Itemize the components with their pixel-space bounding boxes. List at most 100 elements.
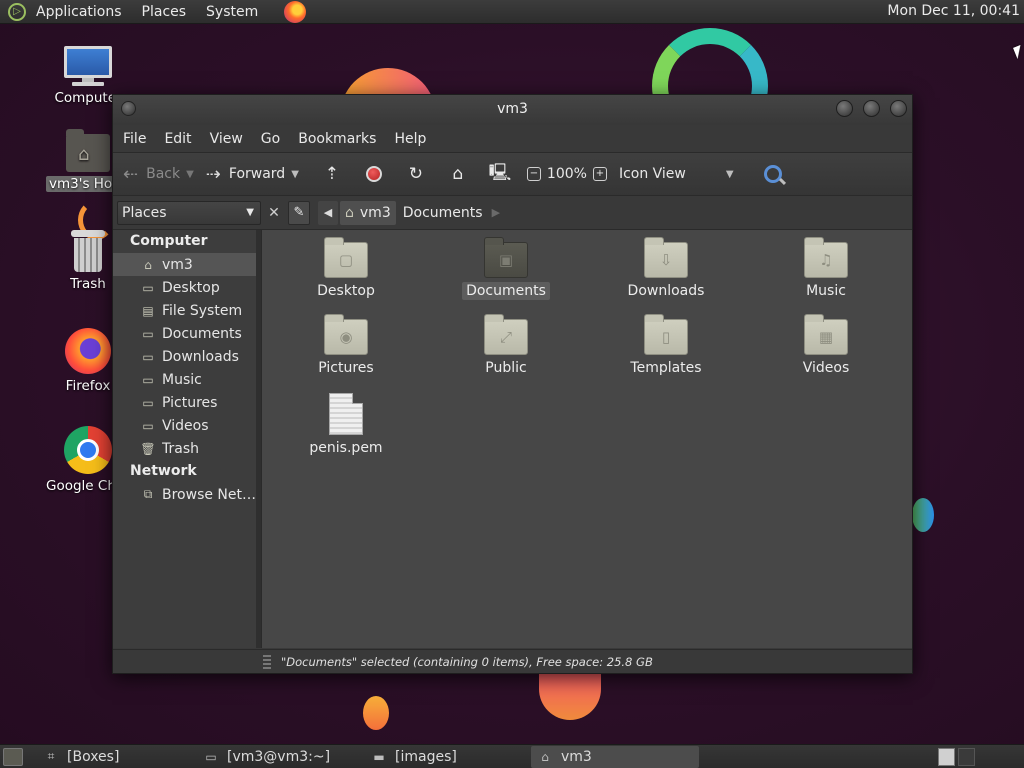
file-item-pictures[interactable]: ◉ Pictures (266, 314, 426, 377)
places-menu[interactable]: Places (140, 4, 189, 20)
breadcrumb: ✎ ◀ ⌂ vm3 Documents ▶ (288, 200, 500, 225)
menu-view[interactable]: View (201, 131, 252, 147)
home-folder-icon: ⌂ (541, 749, 549, 764)
sidebar-item-vm3[interactable]: ⌂ vm3 (113, 253, 256, 276)
sidebar-item-filesystem[interactable]: ▤ File System (113, 299, 256, 322)
file-item-label: Templates (630, 360, 702, 376)
file-item-documents[interactable]: ▣ Documents (426, 237, 586, 300)
sidebar-item-label: Browse Net… (162, 486, 256, 503)
pane-resize-handle[interactable] (263, 655, 271, 669)
videos-folder-icon: ▭ (142, 418, 154, 433)
file-manager-window: vm3 File Edit View Go Bookmarks Help ⇠ B… (112, 94, 913, 674)
videos-folder-icon: ▦ (804, 314, 848, 355)
taskbar-item-label: [vm3@vm3:~] (227, 748, 331, 765)
home-icon[interactable]: ⌂ (447, 163, 469, 185)
applications-menu[interactable]: Applications (34, 4, 124, 20)
firefox-icon[interactable] (284, 0, 307, 23)
taskbar-item-label: [images] (395, 748, 457, 765)
show-desktop-button[interactable] (3, 747, 23, 766)
view-mode-dropdown-icon[interactable]: ▼ (726, 169, 734, 180)
forward-history-dropdown[interactable]: ▼ (291, 169, 299, 180)
pictures-folder-icon: ▭ (142, 395, 154, 410)
window-menu-icon[interactable] (121, 101, 136, 116)
documents-folder-icon: ▣ (484, 237, 528, 278)
file-item-desktop[interactable]: ▢ Desktop (266, 237, 426, 300)
file-item-music[interactable]: ♫ Music (746, 237, 906, 300)
file-icon-view[interactable]: ▢ Desktop ▣ Documents ⇩ Downloads ♫ Musi… (261, 230, 912, 648)
window-titlebar[interactable]: vm3 (113, 95, 912, 125)
sidebar-item-label: Music (162, 371, 202, 388)
file-item-penis-pem[interactable]: penis.pem (266, 393, 426, 457)
maximize-button[interactable] (863, 100, 880, 117)
taskbar-item-vm3[interactable]: ⌂ vm3 (531, 745, 699, 768)
wallpaper-shape (539, 674, 601, 720)
menu-bookmarks[interactable]: Bookmarks (289, 131, 385, 147)
sidebar-item-label: Desktop (162, 279, 220, 296)
sidebar-section-computer: Computer (130, 233, 208, 249)
file-item-public[interactable]: ⤢ Public (426, 314, 586, 377)
text-file-icon (329, 393, 363, 435)
workspace-1-button[interactable] (938, 748, 955, 766)
sidebar-item-label: File System (162, 302, 243, 319)
sidebar-item-videos[interactable]: ▭ Videos (113, 414, 256, 437)
reload-icon[interactable]: ↻ (405, 163, 427, 185)
zoom-in-button[interactable]: + (592, 167, 607, 181)
menu-go[interactable]: Go (252, 131, 289, 147)
sidebar-item-documents[interactable]: ▭ Documents (113, 322, 256, 345)
back-history-dropdown[interactable]: ▼ (186, 169, 194, 180)
home-icon: ⌂ (144, 257, 152, 272)
chevron-down-icon: ▼ (246, 207, 254, 218)
breadcrumb-documents[interactable]: Documents (398, 201, 488, 225)
view-mode-select[interactable]: Icon View (619, 166, 686, 182)
file-item-label: Music (806, 283, 846, 299)
sidebar-item-downloads[interactable]: ▭ Downloads (113, 345, 256, 368)
terminal-icon: ▭ (205, 749, 217, 764)
minimize-button[interactable] (836, 100, 853, 117)
zoom-level: 100% (546, 166, 587, 182)
documents-folder-icon: ▭ (142, 326, 154, 341)
breadcrumb-vm3[interactable]: ⌂ vm3 (340, 200, 396, 225)
public-folder-icon: ⤢ (484, 314, 528, 355)
system-menu[interactable]: System (204, 4, 260, 20)
sidebar-item-label: vm3 (162, 256, 193, 273)
panel-clock[interactable]: Mon Dec 11, 00:41 (887, 3, 1020, 19)
top-panel: ▷ Applications Places System Mon Dec 11,… (0, 0, 1024, 24)
workspace-2-button[interactable] (958, 748, 975, 766)
file-item-downloads[interactable]: ⇩ Downloads (586, 237, 746, 300)
forward-button[interactable]: ⇢ Forward (206, 164, 285, 185)
forward-label: Forward (228, 166, 286, 182)
downloads-folder-icon: ▭ (142, 349, 154, 364)
zoom-out-button[interactable]: − (526, 167, 541, 181)
file-item-label: Videos (802, 360, 850, 376)
taskbar-item-boxes[interactable]: ⌗ [Boxes] (37, 746, 197, 768)
search-icon[interactable] (763, 165, 782, 183)
file-item-templates[interactable]: ▯ Templates (586, 314, 746, 377)
computer-icon[interactable]: 🖳 (489, 163, 512, 185)
breadcrumb-left-icon[interactable]: ◀ (318, 200, 338, 225)
file-item-label: penis.pem (309, 440, 383, 456)
stop-button[interactable] (363, 163, 385, 185)
sidebar-item-label: Downloads (162, 348, 239, 365)
menu-edit[interactable]: Edit (155, 131, 200, 147)
back-button[interactable]: ⇠ Back (123, 164, 180, 185)
desktop-folder-icon: ▢ (324, 237, 368, 278)
file-item-videos[interactable]: ▦ Videos (746, 314, 906, 377)
menu-file[interactable]: File (113, 131, 155, 147)
sidebar-item-music[interactable]: ▭ Music (113, 368, 256, 391)
sidebar-item-trash[interactable]: 🗑 Trash (113, 437, 256, 460)
sidebar-item-label: Documents (162, 325, 242, 342)
taskbar-item-terminal[interactable]: ▭ [vm3@vm3:~] (197, 746, 365, 768)
menu-help[interactable]: Help (385, 131, 435, 147)
sidebar-item-desktop[interactable]: ▭ Desktop (113, 276, 256, 299)
sidebar-pane-selector[interactable]: Places ▼ (117, 200, 261, 225)
sidebar-item-pictures[interactable]: ▭ Pictures (113, 391, 256, 414)
up-arrow-icon[interactable]: ⇡ (321, 163, 343, 185)
distro-logo-icon[interactable]: ▷ (8, 2, 26, 21)
taskbar-item-images[interactable]: ▬ [images] (365, 746, 531, 768)
edit-location-icon[interactable]: ✎ (288, 200, 310, 225)
close-button[interactable] (890, 100, 907, 117)
wallpaper-shape (363, 696, 389, 730)
close-sidebar-icon[interactable]: ✕ (265, 205, 283, 221)
sidebar-item-browse-network[interactable]: ⧉ Browse Net… (113, 483, 256, 506)
breadcrumb-right-icon[interactable]: ▶ (492, 206, 500, 219)
